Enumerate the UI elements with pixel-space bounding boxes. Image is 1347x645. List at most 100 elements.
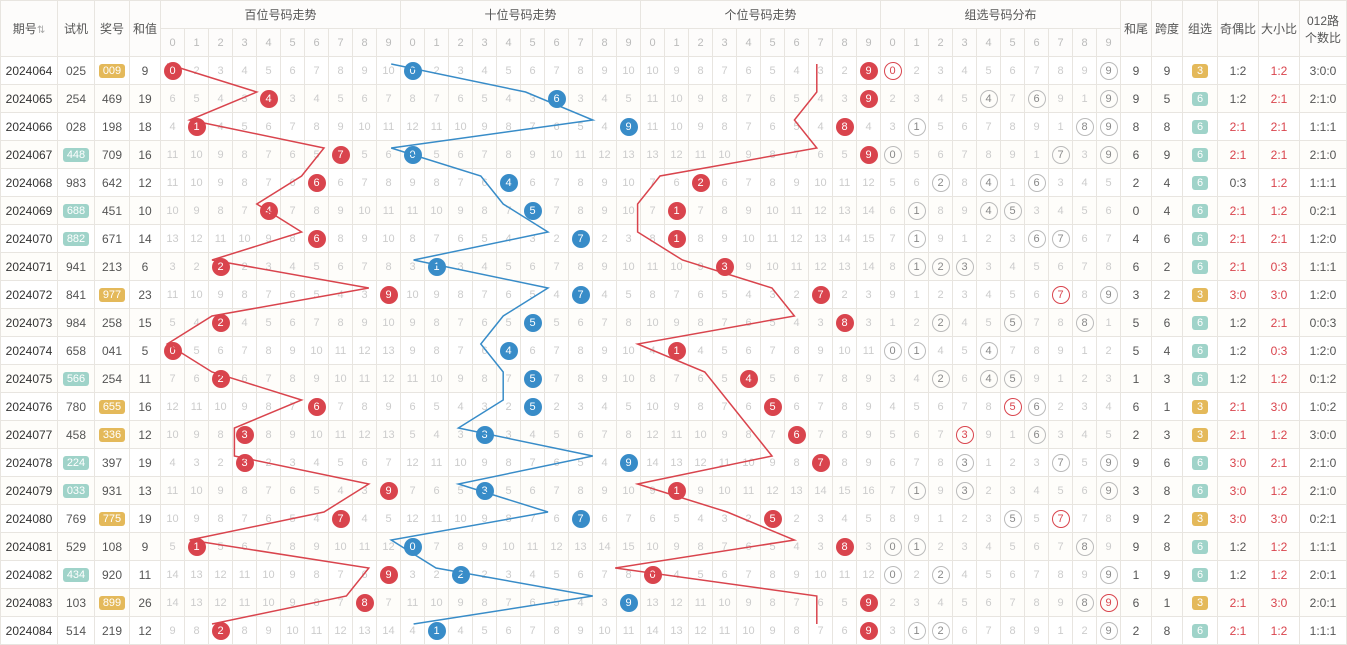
miss: 5	[881, 169, 905, 197]
miss: 9	[425, 281, 449, 309]
miss: 11	[305, 617, 329, 645]
ball-tens: 1	[425, 617, 449, 645]
digit-header: 4	[257, 29, 281, 57]
miss: 10	[329, 533, 353, 561]
miss: 4	[881, 393, 905, 421]
miss: 3	[905, 85, 929, 113]
miss: 10	[617, 197, 641, 225]
cell-span: 6	[1152, 309, 1183, 337]
cell-oe: 1:2	[1218, 337, 1259, 365]
miss: 13	[353, 617, 377, 645]
miss: 7	[353, 253, 377, 281]
cell-012: 2:1:0	[1300, 449, 1347, 477]
miss: 6	[209, 337, 233, 365]
miss: 6	[473, 169, 497, 197]
miss: 8	[305, 113, 329, 141]
miss: 14	[833, 225, 857, 253]
miss: 3	[473, 393, 497, 421]
ball-tens: 5	[521, 365, 545, 393]
ball-tens: 2	[449, 561, 473, 589]
miss: 6	[521, 337, 545, 365]
cell-bs: 3:0	[1259, 393, 1300, 421]
miss: 11	[761, 225, 785, 253]
ball-ones: 7	[809, 281, 833, 309]
miss: 9	[209, 477, 233, 505]
miss: 10	[617, 365, 641, 393]
miss: 6	[953, 113, 977, 141]
miss: 12	[809, 197, 833, 225]
miss: 8	[233, 141, 257, 169]
cell-sum: 10	[130, 197, 161, 225]
miss: 8	[257, 337, 281, 365]
ball-hundreds: 4	[257, 85, 281, 113]
miss: 10	[665, 113, 689, 141]
miss: 3	[521, 85, 545, 113]
miss: 5	[329, 449, 353, 477]
miss: 5	[785, 85, 809, 113]
cell-bs: 2:1	[1259, 309, 1300, 337]
miss: 6	[257, 505, 281, 533]
miss: 3	[497, 561, 521, 589]
cell-prize: 655	[95, 393, 130, 421]
miss: 5	[233, 113, 257, 141]
cell-bs: 1:2	[1259, 617, 1300, 645]
cell-period: 2024069	[1, 197, 58, 225]
miss: 6	[737, 337, 761, 365]
miss: 6	[977, 589, 1001, 617]
cell-tail: 2	[1121, 617, 1152, 645]
miss: 7	[881, 225, 905, 253]
miss: 1	[977, 449, 1001, 477]
miss: 4	[977, 533, 1001, 561]
miss: 7	[545, 337, 569, 365]
miss: 10	[641, 309, 665, 337]
cell-tail: 6	[1121, 393, 1152, 421]
miss: 7	[1001, 85, 1025, 113]
cell-prize: 009	[95, 57, 130, 85]
miss: 9	[209, 169, 233, 197]
miss: 8	[1025, 589, 1049, 617]
miss: 8	[641, 281, 665, 309]
combo-hit: 6	[1025, 393, 1049, 421]
miss: 6	[1049, 253, 1073, 281]
ball-tens: 7	[569, 505, 593, 533]
miss: 6	[449, 141, 473, 169]
cell-oe: 1:2	[1218, 309, 1259, 337]
miss: 7	[809, 365, 833, 393]
miss: 10	[617, 169, 641, 197]
cell-012: 1:1:1	[1300, 617, 1347, 645]
ball-hundreds: 9	[377, 281, 401, 309]
data-row: 2024068983642121110987666789876467891076…	[1, 169, 1347, 197]
combo-hit: 5	[1001, 365, 1025, 393]
th-period[interactable]: 期号⇅	[1, 1, 58, 57]
miss: 9	[593, 169, 617, 197]
miss: 3	[257, 253, 281, 281]
cell-tail: 9	[1121, 57, 1152, 85]
cell-sum: 5	[130, 337, 161, 365]
miss: 11	[641, 253, 665, 281]
cell-zuxuan: 6	[1183, 365, 1218, 393]
miss: 5	[545, 421, 569, 449]
miss: 10	[425, 589, 449, 617]
miss: 12	[641, 421, 665, 449]
cell-span: 1	[1152, 589, 1183, 617]
ball-ones: 2	[689, 169, 713, 197]
miss: 7	[449, 337, 473, 365]
miss: 8	[689, 533, 713, 561]
miss: 8	[1097, 253, 1121, 281]
miss: 7	[233, 197, 257, 225]
miss: 4	[521, 421, 545, 449]
cell-period: 2024072	[1, 281, 58, 309]
miss: 8	[497, 141, 521, 169]
miss: 10	[617, 477, 641, 505]
combo-hit: 9	[1097, 57, 1121, 85]
combo-hit: 3	[953, 449, 977, 477]
miss: 8	[209, 197, 233, 225]
cell-zuxuan: 6	[1183, 337, 1218, 365]
miss: 6	[281, 169, 305, 197]
miss: 5	[425, 141, 449, 169]
miss: 3	[569, 393, 593, 421]
miss: 11	[569, 141, 593, 169]
miss: 4	[1073, 421, 1097, 449]
cell-test: 983	[58, 169, 95, 197]
miss: 7	[473, 281, 497, 309]
